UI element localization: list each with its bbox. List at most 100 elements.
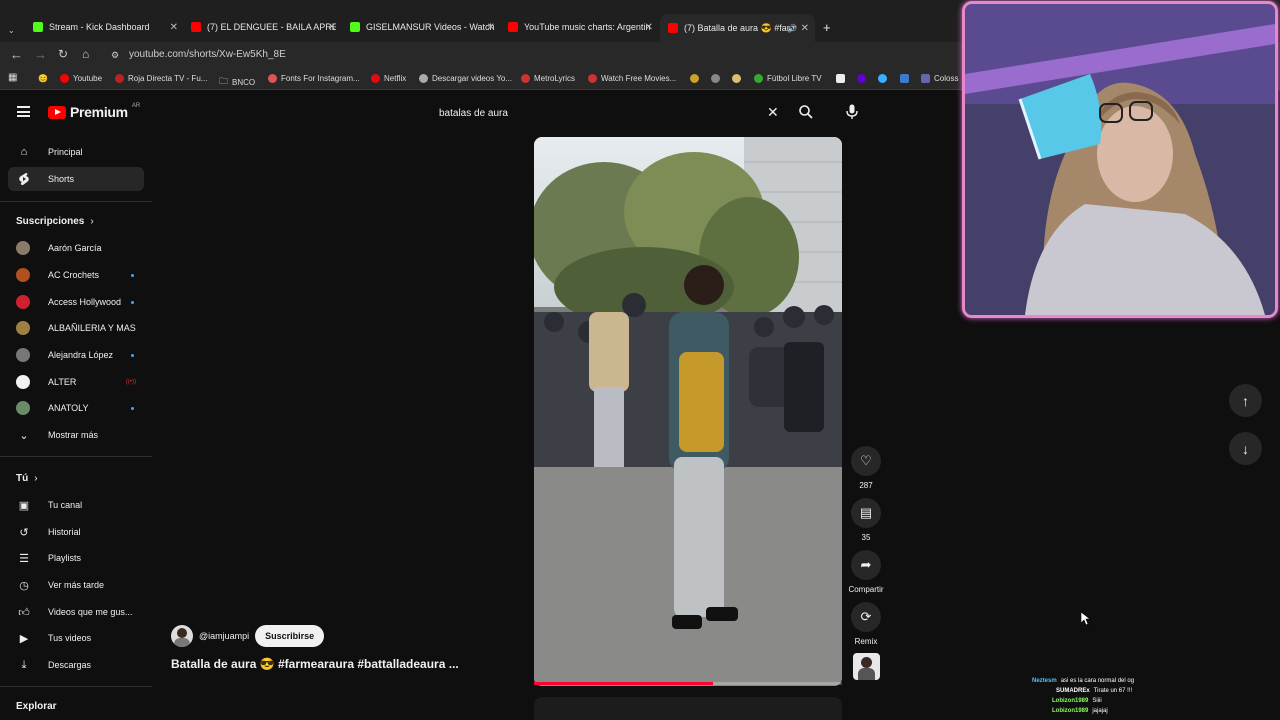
remix-action[interactable]: ⟳ Remix <box>851 602 881 646</box>
sidebar-item-playlists[interactable]: ☰ Playlists <box>16 547 144 569</box>
avatar[interactable] <box>171 625 193 647</box>
next-short-button[interactable]: ↓ <box>1229 432 1262 465</box>
sidebar-item-historial[interactable]: ↺ Historial <box>16 521 144 543</box>
bookmark-fonts-instagram[interactable]: Fonts For Instagram... <box>268 74 360 83</box>
subscribe-button[interactable]: Suscribirse <box>255 625 325 647</box>
search-input[interactable] <box>430 100 790 126</box>
fonts-site-icon <box>268 74 277 83</box>
tab-youtube-charts[interactable]: YouTube music charts: Argentin ✕ <box>508 16 653 38</box>
close-tab-icon[interactable]: ✕ <box>487 22 495 33</box>
sidebar-item-ver-mas-tarde[interactable]: ◷ Ver más tarde <box>16 574 144 596</box>
new-tab-button[interactable]: + <box>823 16 831 38</box>
clear-search-icon[interactable]: ✕ <box>767 104 779 121</box>
sidebar-sub-ac-crochets[interactable]: AC Crochets <box>16 264 144 286</box>
video-progress-fill <box>534 682 713 685</box>
close-tab-icon[interactable]: ✕ <box>170 22 178 33</box>
playlist-icon: ☰ <box>19 552 29 565</box>
bookmark-netflix[interactable]: Netflix <box>371 74 406 83</box>
chevron-right-icon: › <box>90 216 94 227</box>
kick-icon <box>33 22 43 32</box>
sidebar-item-tus-videos[interactable]: ▶ Tus videos <box>16 627 144 649</box>
sidebar-item-shorts[interactable]: Shorts <box>8 167 144 191</box>
home-button-icon[interactable]: ⌂ <box>82 47 89 61</box>
sidebar-sub-aaron-garcia[interactable]: Aarón García <box>16 237 144 259</box>
heart-icon[interactable]: ♡ <box>851 446 881 476</box>
short-video-player[interactable] <box>534 137 842 686</box>
video-icon: ▶ <box>19 632 29 645</box>
mic-icon[interactable] <box>846 104 858 120</box>
sidebar-sub-anatoly[interactable]: ANATOLY <box>16 397 144 419</box>
forward-icon[interactable]: → <box>34 47 47 62</box>
close-tab-icon[interactable]: ✕ <box>328 22 336 33</box>
bookmark-futbol-libre[interactable]: Fútbol Libre TV <box>754 74 822 83</box>
bookmark-yahoo[interactable] <box>857 74 866 83</box>
youtube-icon <box>668 23 678 33</box>
colossus-icon <box>921 74 930 83</box>
tab-list-button[interactable]: ⌄ <box>8 19 15 41</box>
url-field[interactable]: youtube.com/shorts/Xw-Ew5Kh_8E <box>129 49 286 60</box>
close-tab-icon[interactable]: ✕ <box>801 23 809 34</box>
site-info-icon[interactable]: ⚙ <box>111 50 119 61</box>
comment-icon[interactable]: ▤ <box>851 498 881 528</box>
youtube-premium-logo[interactable]: Premium AR <box>48 103 140 120</box>
sidebar-sub-alter[interactable]: ALTER ((•)) <box>16 371 144 393</box>
kick-icon <box>350 22 360 32</box>
search-icon[interactable] <box>799 105 813 119</box>
webcam-frame <box>965 4 1275 315</box>
share-action[interactable]: ➦ Compartir <box>848 550 884 594</box>
bookmark-roja-directa[interactable]: Roja Directa TV - Fu... <box>115 74 207 83</box>
emoji-bookmark-icon[interactable]: 😊 <box>38 74 48 83</box>
bookmark-watch-free-movies[interactable]: Watch Free Movies... <box>588 74 676 83</box>
sidebar-sub-alejandra-lopez[interactable]: Alejandra López <box>16 344 144 366</box>
short-title[interactable]: Batalla de aura 😎 #farmearaura #battalla… <box>171 657 459 671</box>
subscriptions-heading[interactable]: Suscripciones › <box>16 216 94 227</box>
menu-icon[interactable] <box>17 106 30 117</box>
reload-icon[interactable]: ↻ <box>58 47 68 61</box>
sidebar-item-tu-canal[interactable]: ▣ Tu canal <box>16 494 144 516</box>
comment-action[interactable]: ▤ 35 <box>851 498 881 542</box>
download-icon: ⤓ <box>21 658 27 671</box>
tab-batalla-de-aura[interactable]: (7) Batalla de aura 😎 #farm 🔊 ✕ <box>660 14 815 42</box>
tab-giselmansur[interactable]: GISELMANSUR Videos - Watch ✕ <box>350 16 495 38</box>
like-action[interactable]: ♡ 287 <box>851 446 881 490</box>
bookmark-icon-2[interactable] <box>711 74 720 83</box>
search-box <box>430 100 790 126</box>
mouse-cursor-icon <box>1081 612 1091 626</box>
bookmark-descargar-videos[interactable]: Descargar videos Yo... <box>419 74 512 83</box>
live-indicator-icon: ((•)) <box>125 379 136 385</box>
back-icon[interactable]: ← <box>10 47 23 62</box>
roja-directa-icon <box>115 74 124 83</box>
bookmark-colossus[interactable]: Coloss <box>921 74 958 83</box>
you-heading[interactable]: Tú › <box>16 473 38 484</box>
stream-chat-overlay: Neztesm asi es la cara normal del og SUMA… <box>1032 676 1134 716</box>
bookmark-bnco[interactable]: 🗀 BNCO <box>219 74 255 90</box>
sidebar-show-more[interactable]: ⌄ Mostrar más <box>16 424 144 446</box>
next-short-preview[interactable] <box>534 697 842 720</box>
audio-thumbnail[interactable] <box>852 653 880 680</box>
chevron-down-icon: ⌄ <box>19 429 29 442</box>
sidebar-item-descargas[interactable]: ⤓ Descargas <box>16 654 144 676</box>
clock-icon: ◷ <box>19 579 29 592</box>
tab-el-denguee[interactable]: (7) EL DENGUEE - BAILA APRET ✕ <box>191 16 336 38</box>
bookmark-icon-5[interactable] <box>878 74 887 83</box>
sound-thumbnail[interactable] <box>851 653 881 680</box>
chat-message: Neztesm asi es la cara normal del og <box>1032 678 1135 684</box>
bookmark-metrolyrics[interactable]: MetroLyrics <box>521 74 575 83</box>
youtube-play-icon <box>48 105 66 119</box>
apps-grid-icon[interactable]: ▦ <box>8 72 17 83</box>
channel-name[interactable]: @iamjuampi <box>199 631 249 641</box>
close-tab-icon[interactable]: ✕ <box>645 22 653 33</box>
bookmark-icon-4[interactable] <box>836 74 845 83</box>
bookmark-icon-1[interactable] <box>690 74 699 83</box>
tab-kick-dashboard[interactable]: Stream - Kick Dashboard ✕ <box>33 16 178 38</box>
sidebar-item-principal[interactable]: ⌂ Principal <box>16 141 144 163</box>
bookmark-youtube[interactable]: Youtube <box>60 74 102 83</box>
share-icon[interactable]: ➦ <box>851 550 881 580</box>
sidebar-sub-albanileria[interactable]: ALBAÑILERIA Y MAS <box>16 317 144 339</box>
bookmark-icon-6[interactable] <box>900 74 909 83</box>
bookmark-icon-3[interactable] <box>732 74 741 83</box>
sidebar-item-liked-videos[interactable]: 👍︎ Videos que me gus... <box>16 601 144 623</box>
previous-short-button[interactable]: ↑ <box>1229 384 1262 417</box>
remix-icon[interactable]: ⟳ <box>851 602 881 632</box>
sidebar-sub-access-hollywood[interactable]: Access Hollywood <box>16 291 144 313</box>
